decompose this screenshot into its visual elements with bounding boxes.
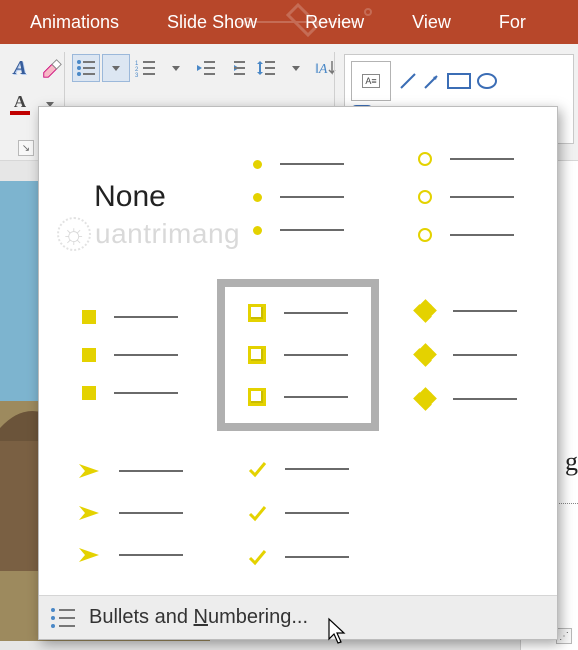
mouse-cursor-icon [327, 617, 349, 645]
bullet-style-grid: None [39, 107, 557, 595]
slide-options-launcher[interactable]: ⋰ [556, 628, 572, 644]
bullets-icon [76, 59, 96, 77]
bullet-diamond-cluster-icon [415, 301, 435, 321]
bullet-option-none[interactable]: None [49, 121, 211, 273]
ribbon-tabs: Animations Slide Show Review View For [0, 0, 578, 44]
line-spacing-button[interactable] [252, 54, 280, 82]
bullet-option-filled-dot[interactable] [217, 121, 379, 273]
bullet-option-hollow-square[interactable] [217, 279, 379, 431]
bullet-option-four-diamonds[interactable] [385, 279, 547, 431]
tab-view[interactable]: View [388, 2, 475, 43]
bullet-option-hollow-circle[interactable] [385, 121, 547, 273]
tab-animations[interactable]: Animations [6, 2, 143, 43]
line-shape-icon[interactable] [399, 72, 417, 90]
bullet-arrow-icon [77, 462, 101, 480]
bullets-dropdown[interactable] [102, 54, 130, 82]
numbering-button[interactable]: 1 2 3 [132, 54, 160, 82]
menuitem-label: Bullets and Numbering... [89, 606, 308, 629]
increase-indent-icon [226, 59, 246, 77]
line-spacing-dropdown[interactable] [282, 54, 310, 82]
bullet-hollow-square-icon [248, 304, 266, 322]
text-effects-button[interactable]: A [6, 54, 34, 82]
chevron-down-icon [112, 66, 120, 71]
bullets-button[interactable] [72, 54, 100, 82]
numbering-icon: 1 2 3 [135, 59, 157, 77]
bullet-option-arrow[interactable] [49, 437, 211, 589]
decrease-indent-button[interactable] [192, 54, 220, 82]
font-dialog-launcher[interactable]: ↘ [18, 140, 34, 156]
svg-text:‖A: ‖A [315, 62, 328, 77]
slide-text-fragment: g [565, 447, 578, 477]
chevron-down-icon [172, 66, 180, 71]
chevron-down-icon [292, 66, 300, 71]
text-effects-icon: A [13, 57, 26, 80]
clear-formatting-button[interactable] [38, 54, 66, 82]
oval-shape-icon[interactable] [477, 72, 497, 90]
svg-text:3: 3 [135, 73, 139, 77]
bullet-square-icon [82, 310, 96, 324]
bullets-numbering-icon [51, 608, 75, 628]
tab-format[interactable]: For [475, 2, 550, 43]
tab-review[interactable]: Review [281, 2, 388, 43]
bullets-dropdown-panel: None [38, 106, 558, 640]
line-spacing-icon [256, 58, 276, 78]
rectangle-shape-icon[interactable] [447, 73, 471, 89]
bullets-and-numbering-menuitem[interactable]: Bullets and Numbering... [39, 595, 557, 639]
bullet-check-icon [247, 459, 267, 479]
bullet-option-checkmark[interactable] [217, 437, 379, 589]
bullet-option-empty-slot [385, 437, 547, 589]
line-arrow-shape-icon[interactable] [423, 72, 441, 90]
font-color-button[interactable]: A [6, 90, 34, 118]
font-color-icon: A [10, 93, 30, 115]
text-direction-button[interactable]: ‖A [312, 54, 340, 82]
increase-indent-button[interactable] [222, 54, 250, 82]
bullet-option-filled-square[interactable] [49, 279, 211, 431]
tab-slideshow[interactable]: Slide Show [143, 2, 281, 43]
paragraph-group: 1 2 3 ‖A [72, 54, 370, 82]
none-label: None [94, 180, 166, 214]
decrease-indent-icon [196, 59, 216, 77]
eraser-icon [41, 57, 63, 79]
bullet-dot-icon [253, 160, 262, 169]
textbox-shape[interactable]: A≡ [351, 61, 391, 101]
bullet-ring-icon [418, 152, 432, 166]
numbering-dropdown[interactable] [162, 54, 190, 82]
